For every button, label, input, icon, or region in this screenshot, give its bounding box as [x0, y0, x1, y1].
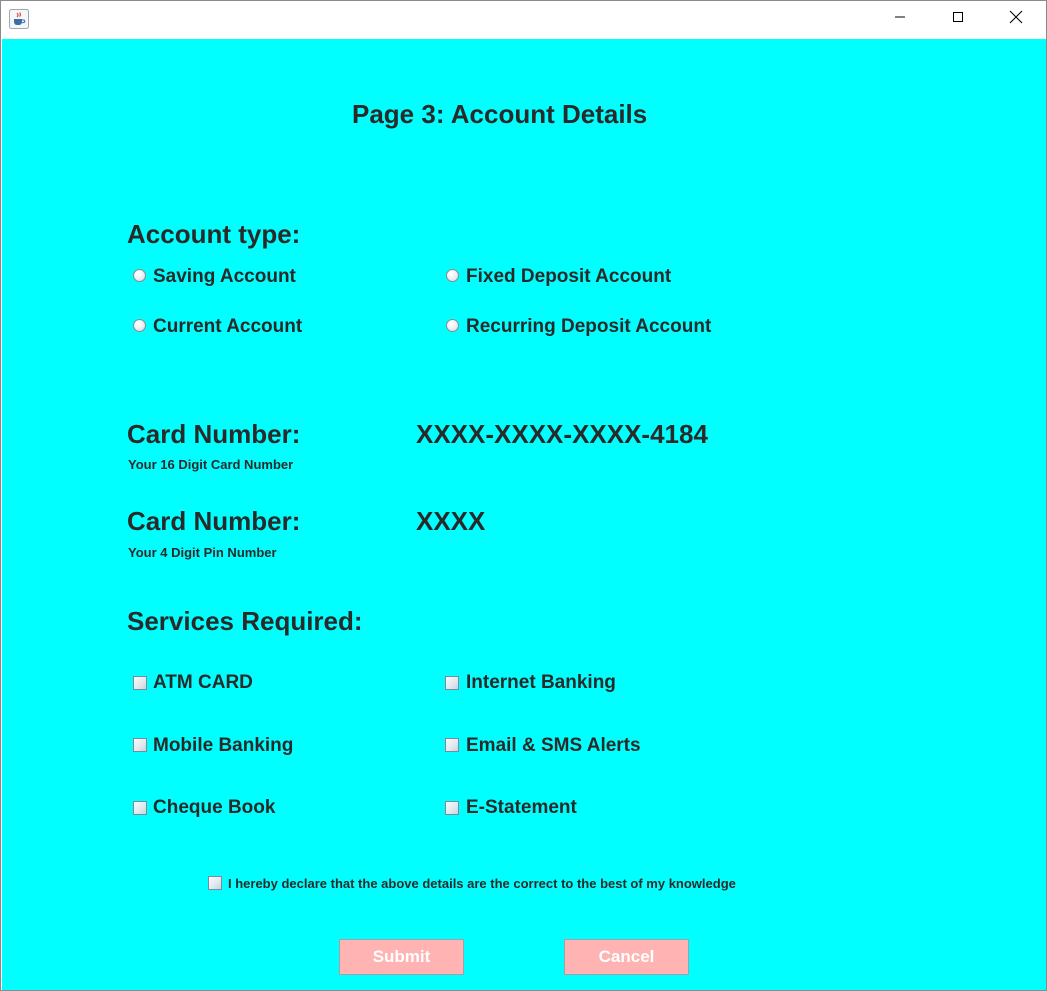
fixed-deposit-radio[interactable]	[446, 269, 459, 282]
email-sms-alerts-label[interactable]: Email & SMS Alerts	[466, 735, 641, 757]
services-heading: Services Required:	[127, 606, 363, 636]
page-title: Page 3: Account Details	[352, 99, 648, 129]
submit-button[interactable]: Submit	[339, 939, 464, 975]
atm-card-label[interactable]: ATM CARD	[153, 672, 253, 694]
e-statement-label[interactable]: E-Statement	[466, 797, 577, 819]
fixed-deposit-label[interactable]: Fixed Deposit Account	[466, 266, 671, 288]
pin-number-heading: Card Number:	[127, 506, 301, 536]
mobile-banking-checkbox[interactable]	[133, 738, 147, 752]
cancel-button[interactable]: Cancel	[564, 939, 689, 975]
saving-account-radio[interactable]	[133, 269, 146, 282]
declaration-label[interactable]: I hereby declare that the above details …	[228, 876, 736, 891]
minimize-button[interactable]	[871, 1, 929, 37]
maximize-button[interactable]	[929, 1, 987, 37]
e-statement-checkbox[interactable]	[445, 801, 459, 815]
minimize-icon	[894, 10, 906, 28]
maximize-icon	[952, 10, 964, 28]
card-number-heading: Card Number:	[127, 419, 301, 449]
pin-number-hint: Your 4 Digit Pin Number	[128, 545, 277, 560]
current-account-radio[interactable]	[133, 319, 146, 332]
internet-banking-label[interactable]: Internet Banking	[466, 672, 616, 694]
java-cup-icon	[9, 9, 29, 29]
email-sms-alerts-checkbox[interactable]	[445, 738, 459, 752]
close-button[interactable]	[987, 1, 1045, 37]
mobile-banking-label[interactable]: Mobile Banking	[153, 735, 293, 757]
close-icon	[1009, 10, 1023, 29]
form-panel: Page 3: Account Details Account type: Sa…	[2, 39, 1046, 990]
recurring-deposit-label[interactable]: Recurring Deposit Account	[466, 316, 711, 338]
app-window: Page 3: Account Details Account type: Sa…	[0, 0, 1047, 991]
atm-card-checkbox[interactable]	[133, 676, 147, 690]
declaration-checkbox[interactable]	[208, 876, 222, 890]
current-account-label[interactable]: Current Account	[153, 316, 302, 338]
internet-banking-checkbox[interactable]	[445, 676, 459, 690]
card-number-hint: Your 16 Digit Card Number	[128, 457, 294, 472]
account-type-heading: Account type:	[127, 219, 301, 249]
title-bar	[1, 1, 1046, 38]
card-number-value: XXXX-XXXX-XXXX-4184	[416, 419, 708, 449]
saving-account-label[interactable]: Saving Account	[153, 266, 296, 288]
cheque-book-label[interactable]: Cheque Book	[153, 797, 275, 819]
cheque-book-checkbox[interactable]	[133, 801, 147, 815]
pin-number-value: XXXX	[416, 506, 486, 536]
recurring-deposit-radio[interactable]	[446, 319, 459, 332]
